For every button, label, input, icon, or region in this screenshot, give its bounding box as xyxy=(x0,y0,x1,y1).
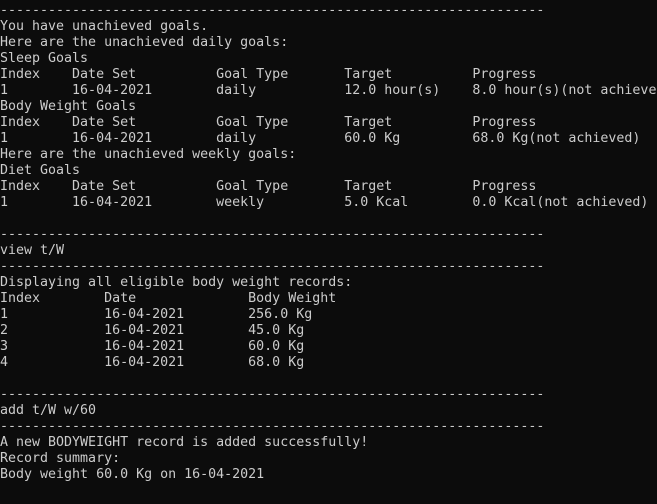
diet-goals-row: 1 16-04-2021 weekly 5.0 Kcal 0.0 Kcal(no… xyxy=(0,195,649,210)
body-weight-records-table-header: Index Date Body Weight xyxy=(0,291,337,306)
separator-line: ----------------------------------------… xyxy=(0,419,545,434)
body-weight-goals-heading: Body Weight Goals xyxy=(0,99,137,114)
sleep-goals-table-header: Index Date Set Goal Type Target Progress xyxy=(0,67,537,82)
diet-goals-heading: Diet Goals xyxy=(0,163,81,178)
body-weight-goals-row: 1 16-04-2021 daily 60.0 Kg 68.0 Kg(not a… xyxy=(0,131,641,146)
separator-line-partial: ----- xyxy=(0,499,657,504)
record-summary-detail: Body weight 60.0 Kg on 16-04-2021 xyxy=(0,467,265,482)
record-summary-heading: Record summary: xyxy=(0,451,121,466)
separator-line: ----------------------------------------… xyxy=(0,227,545,242)
body-weight-record-row: 4 16-04-2021 68.0 Kg xyxy=(0,355,305,370)
unachieved-goals-message: You have unachieved goals. xyxy=(0,19,209,34)
terminal-output[interactable]: ----------------------------------------… xyxy=(0,0,657,504)
separator-line: ----------------------------------------… xyxy=(0,387,545,402)
separator-line: ----------------------------------------… xyxy=(0,259,545,274)
body-weight-goals-table-header: Index Date Set Goal Type Target Progress xyxy=(0,115,537,130)
body-weight-record-row: 3 16-04-2021 60.0 Kg xyxy=(0,339,305,354)
daily-goals-heading: Here are the unachieved daily goals: xyxy=(0,35,289,50)
body-weight-record-row: 2 16-04-2021 45.0 Kg xyxy=(0,323,305,338)
body-weight-records-heading: Displaying all eligible body weight reco… xyxy=(0,275,353,290)
body-weight-record-row: 1 16-04-2021 256.0 Kg xyxy=(0,307,313,322)
diet-goals-table-header: Index Date Set Goal Type Target Progress xyxy=(0,179,537,194)
sleep-goals-heading: Sleep Goals xyxy=(0,51,89,66)
command-echo-view: view t/W xyxy=(0,243,65,258)
sleep-goals-row: 1 16-04-2021 daily 12.0 hour(s) 8.0 hour… xyxy=(0,83,657,98)
record-added-message: A new BODYWEIGHT record is added success… xyxy=(0,435,369,450)
separator-line: ----------------------------------------… xyxy=(0,3,545,18)
weekly-goals-heading: Here are the unachieved weekly goals: xyxy=(0,147,297,162)
command-echo-add: add t/W w/60 xyxy=(0,403,97,418)
